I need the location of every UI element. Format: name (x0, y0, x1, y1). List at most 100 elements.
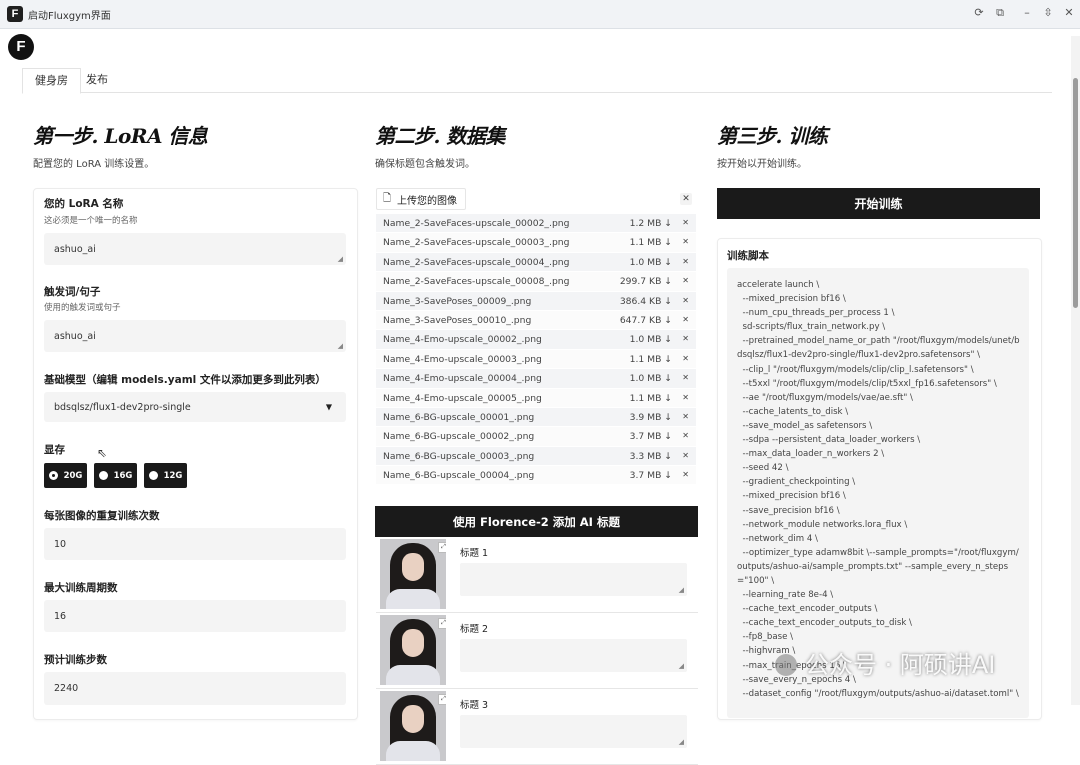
caption-label: 标题 3 (460, 700, 489, 711)
remove-file-icon[interactable]: ✕ (682, 451, 689, 460)
file-size-download[interactable]: 3.7 MB ↓ (630, 431, 672, 442)
resize-handle-icon[interactable]: ◢ (338, 342, 343, 350)
file-size-download[interactable]: 1.0 MB ↓ (630, 334, 672, 345)
file-size-download[interactable]: 3.3 MB ↓ (630, 451, 672, 462)
page-scrollbar[interactable] (1071, 36, 1080, 705)
remove-file-icon[interactable]: ✕ (682, 393, 689, 402)
vram-option-12g[interactable]: 12G (144, 463, 187, 488)
vram-option-16g[interactable]: 16G (94, 463, 137, 488)
file-name: Name_3-SavePoses_00009_.png (383, 295, 532, 307)
file-size-download[interactable]: 1.1 MB ↓ (630, 354, 672, 365)
remove-file-icon[interactable]: ✕ (682, 296, 689, 305)
file-row: Name_2-SaveFaces-upscale_00003_.png 1.1 M… (376, 233, 696, 253)
file-icon: 🗋 (383, 192, 392, 204)
caption-label: 标题 1 (460, 548, 489, 559)
remove-file-icon[interactable]: ✕ (682, 412, 689, 421)
file-name: Name_4-Emo-upscale_00005_.png (383, 392, 542, 404)
expand-icon[interactable]: ⤢ (438, 542, 446, 553)
image-thumbnail: ⤢ (380, 539, 446, 609)
epochs-value: 16 (54, 610, 67, 622)
remove-file-icon[interactable]: ✕ (682, 354, 689, 363)
trigger-input[interactable]: ashuo_ai ◢ (44, 320, 346, 352)
remove-file-icon[interactable]: ✕ (682, 315, 689, 324)
external-link-icon[interactable]: ⧉ (993, 6, 1007, 20)
lora-name-input[interactable]: ashuo_ai ◢ (44, 233, 346, 265)
file-size-download[interactable]: 299.7 KB ↓ (620, 276, 672, 287)
file-row: Name_6-BG-upscale_00001_.png 3.9 MB ↓ ✕ (376, 407, 696, 428)
caption-input[interactable]: ◢ (460, 563, 687, 596)
steps-label: 预计训练步数 (44, 654, 107, 666)
chevron-down-icon[interactable]: ▼ (326, 403, 332, 412)
radio-icon (98, 471, 108, 480)
resize-handle-icon[interactable]: ◢ (338, 255, 343, 263)
close-icon[interactable]: ✕ (1062, 6, 1076, 19)
image-thumbnail: ⤢ (380, 691, 446, 761)
expand-icon[interactable]: ⤢ (438, 694, 446, 705)
radio-icon (148, 471, 158, 480)
steps-input[interactable]: 2240 (44, 672, 346, 705)
file-row: Name_6-BG-upscale_00004_.png 3.7 MB ↓ ✕ (376, 466, 696, 486)
file-name: Name_6-BG-upscale_00004_.png (383, 470, 535, 482)
start-training-button[interactable]: 开始训练 (717, 188, 1040, 219)
file-row: Name_6-BG-upscale_00002_.png 3.7 MB ↓ ✕ (376, 427, 696, 447)
vram-option-20g[interactable]: 20G (44, 463, 87, 488)
florence-caption-button[interactable]: 使用 Florence-2 添加 AI 标题 (375, 506, 698, 537)
resize-handle-icon[interactable]: ◢ (679, 738, 684, 746)
remove-file-icon[interactable]: ✕ (682, 431, 689, 440)
file-row: Name_4-Emo-upscale_00002_.png 1.0 MB ↓ ✕ (376, 330, 696, 350)
trigger-hint: 使用的触发词或句子 (44, 303, 121, 313)
expand-icon[interactable]: ⤢ (438, 618, 446, 629)
resize-handle-icon[interactable]: ◢ (679, 662, 684, 670)
wechat-icon (775, 654, 797, 676)
mouse-cursor-icon: ⇖ (97, 446, 108, 460)
file-size-download[interactable]: 386.4 KB ↓ (620, 296, 672, 307)
remove-file-icon[interactable]: ✕ (682, 276, 689, 285)
window-title: 启动Fluxgym界面 (28, 11, 111, 22)
file-size-download[interactable]: 1.1 MB ↓ (630, 393, 672, 404)
file-size-download[interactable]: 1.1 MB ↓ (630, 237, 672, 248)
caption-input[interactable]: ◢ (460, 639, 687, 672)
file-row: Name_2-SaveFaces-upscale_00002_.png 1.2 M… (376, 214, 696, 234)
tab-publish[interactable]: 发布 (74, 68, 120, 92)
base-model-select[interactable]: bdsqlsz/flux1-dev2pro-single ▼ (44, 392, 346, 422)
remove-file-icon[interactable]: ✕ (682, 218, 689, 227)
epochs-input[interactable]: 16 (44, 600, 346, 632)
file-size-download[interactable]: 1.0 MB ↓ (630, 373, 672, 384)
file-name: Name_2-SaveFaces-upscale_00002_.png (383, 218, 570, 229)
remove-file-icon[interactable]: ✕ (682, 470, 689, 479)
file-row: Name_3-SavePoses_00010_.png 647.7 KB ↓ ✕ (376, 310, 696, 331)
remove-file-icon[interactable]: ✕ (682, 334, 689, 343)
upload-label: 上传您的图像 (397, 195, 458, 207)
caption-input[interactable]: ◢ (460, 715, 687, 748)
file-name: Name_2-SaveFaces-upscale_00003_.png (383, 237, 570, 249)
clear-files-icon[interactable]: ✕ (680, 193, 692, 205)
file-size-download[interactable]: 1.0 MB ↓ (630, 257, 672, 268)
reload-icon[interactable]: ⟳ (972, 6, 986, 19)
remove-file-icon[interactable]: ✕ (682, 373, 689, 382)
lora-name-label: 您的 LoRA 名称 (44, 198, 124, 210)
file-size-download[interactable]: 647.7 KB ↓ (620, 315, 672, 326)
repeats-label: 每张图像的重复训练次数 (44, 510, 160, 522)
trigger-label: 触发词/句子 (44, 286, 101, 298)
caption-label: 标题 2 (460, 624, 489, 635)
scrollbar-thumb[interactable] (1073, 78, 1078, 308)
file-row: Name_3-SavePoses_00009_.png 386.4 KB ↓ ✕ (376, 291, 696, 311)
file-size-download[interactable]: 3.7 MB ↓ (630, 470, 672, 481)
app-icon: F (7, 6, 23, 22)
step2-subtitle: 确保标题包含触发词。 (375, 159, 475, 170)
upload-images-button[interactable]: 🗋 上传您的图像 (376, 188, 467, 210)
tab-gym[interactable]: 健身房 (22, 68, 81, 94)
minimize-icon[interactable]: – (1020, 6, 1034, 19)
vram-label: 显存 (44, 444, 65, 456)
remove-file-icon[interactable]: ✕ (682, 257, 689, 266)
resize-icon[interactable]: ⇳ (1041, 6, 1055, 19)
file-size-download[interactable]: 3.9 MB ↓ (630, 412, 672, 423)
repeats-input[interactable]: 10 (44, 528, 346, 560)
image-thumbnail: ⤢ (380, 615, 446, 685)
remove-file-icon[interactable]: ✕ (682, 237, 689, 246)
step3-subtitle: 按开始以开始训练。 (717, 159, 807, 170)
caption-row: ⤢ 标题 2 ◢ (376, 613, 698, 689)
file-name: Name_4-Emo-upscale_00003_.png (383, 353, 542, 365)
file-size-download[interactable]: 1.2 MB ↓ (630, 218, 672, 229)
resize-handle-icon[interactable]: ◢ (679, 586, 684, 594)
